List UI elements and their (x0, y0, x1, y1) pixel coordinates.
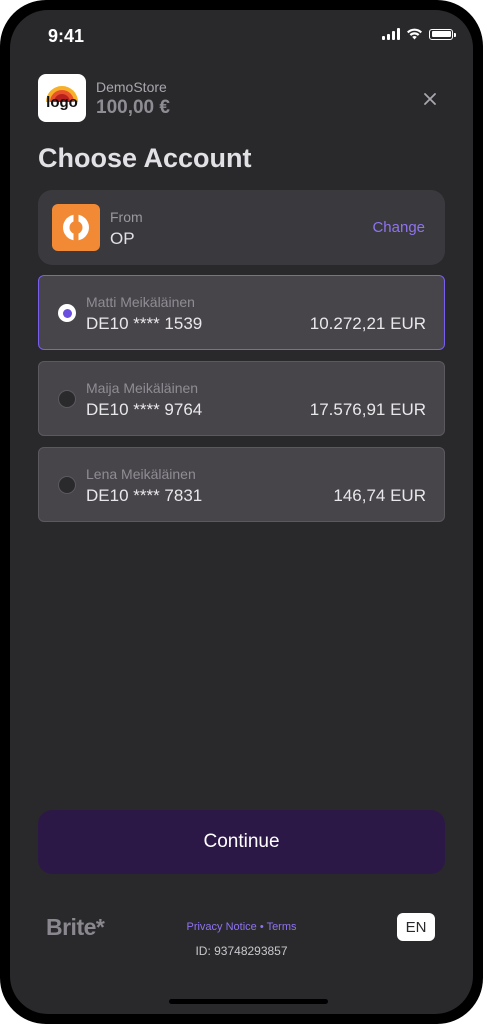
account-balance: 10.272,21 EUR (309, 314, 426, 333)
account-balance: 17.576,91 EUR (309, 400, 426, 419)
bank-name: OP (110, 229, 135, 248)
status-icons (382, 28, 456, 40)
from-label: From (110, 209, 143, 225)
home-indicator (169, 999, 328, 1004)
merchant-amount: 100,00 € (96, 97, 170, 118)
screen: 9:41 logo DemoStore 100,00 € Choose Acco… (10, 10, 473, 1014)
wifi-icon (407, 28, 422, 40)
account-option[interactable]: Lena Meikäläinen DE10 **** 7831 146,74 E… (38, 447, 445, 522)
bank-card: From OP Change (38, 190, 445, 265)
phone-frame: 9:41 logo DemoStore 100,00 € Choose Acco… (0, 0, 483, 1024)
close-button[interactable] (418, 87, 442, 111)
account-holder: Maija Meikäläinen (86, 380, 199, 396)
change-bank-link[interactable]: Change (372, 219, 425, 236)
signal-icon (382, 28, 400, 40)
continue-button[interactable]: Continue (38, 810, 445, 874)
terms-link[interactable]: Terms (267, 921, 297, 933)
account-option[interactable]: Maija Meikäläinen DE10 **** 9764 17.576,… (38, 361, 445, 436)
close-icon (424, 93, 436, 105)
language-button[interactable]: EN (397, 913, 435, 941)
radio-button[interactable] (58, 476, 76, 494)
radio-button[interactable] (58, 304, 76, 322)
status-time: 9:41 (48, 26, 85, 46)
account-number: DE10 **** 9764 (86, 400, 203, 419)
page-title: Choose Account (38, 143, 252, 173)
account-number: DE10 **** 7831 (86, 486, 203, 505)
account-holder: Lena Meikäläinen (86, 466, 196, 482)
account-number: DE10 **** 1539 (86, 314, 203, 333)
link-separator: • (259, 921, 264, 933)
account-balance: 146,74 EUR (333, 486, 426, 505)
battery-icon (429, 28, 456, 40)
privacy-notice-link[interactable]: Privacy Notice (186, 921, 256, 933)
session-id: ID: 93748293857 (195, 944, 288, 958)
merchant-name: DemoStore (96, 79, 167, 95)
radio-button[interactable] (58, 390, 76, 408)
account-holder: Matti Meikäläinen (86, 294, 195, 310)
merchant-logo-text: logo (46, 94, 78, 111)
op-bank-logo (52, 204, 100, 251)
account-option[interactable]: Matti Meikäläinen DE10 **** 1539 10.272,… (38, 275, 445, 350)
merchant-logo: logo (38, 74, 86, 122)
